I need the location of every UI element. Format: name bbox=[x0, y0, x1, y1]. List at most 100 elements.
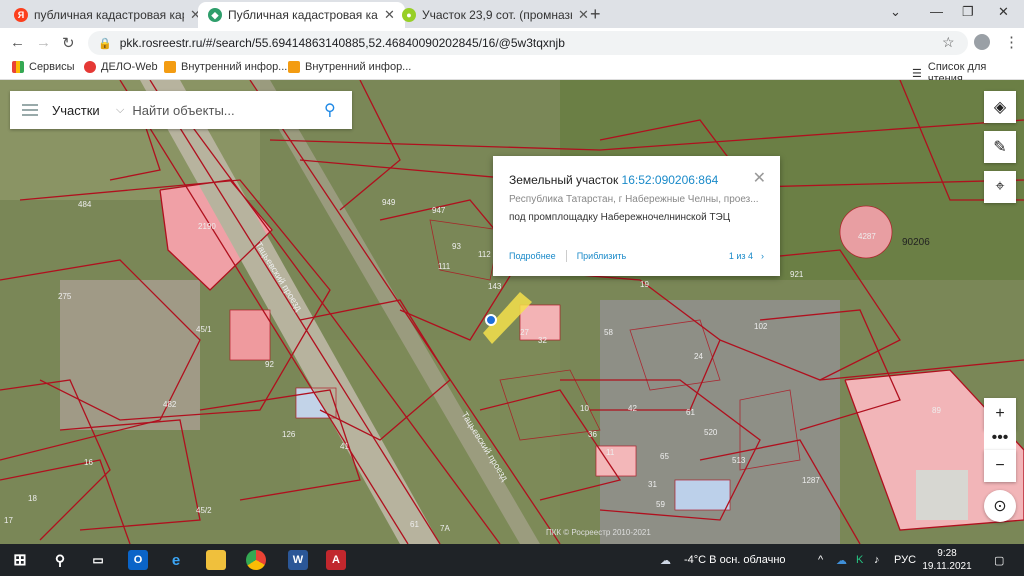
time: 9:28 bbox=[937, 548, 957, 559]
star-icon[interactable]: ☆ bbox=[942, 34, 955, 51]
popup-title: Земельный участок 16:52:090206:864 bbox=[509, 173, 764, 187]
windows-start-icon[interactable]: ⊞ bbox=[10, 550, 30, 570]
bookmark-label: Внутренний инфор... bbox=[181, 61, 288, 73]
map-label: 10 bbox=[580, 404, 589, 413]
cadastral-number[interactable]: 16:52:090206:864 bbox=[622, 173, 719, 187]
map-label: 4287 bbox=[858, 232, 876, 241]
parcel-info-popup: Земельный участок 16:52:090206:864 Респу… bbox=[493, 156, 780, 276]
map-label: 126 bbox=[282, 430, 296, 439]
bookmarks-bar: Сервисы ДЕЛО-Web Внутренний инфор... Вну… bbox=[0, 56, 1024, 85]
map-label: 275 bbox=[58, 292, 72, 301]
menu-icon[interactable]: ⋮ bbox=[1004, 33, 1019, 51]
map-label: 111 bbox=[438, 262, 451, 271]
map-label: 61 bbox=[686, 408, 695, 417]
minimize-icon[interactable]: — bbox=[930, 4, 943, 19]
parcel-address: Республика Татарстан, г Набережные Челны… bbox=[509, 194, 759, 205]
tab-search-icon[interactable]: ⌄ bbox=[890, 4, 901, 20]
map-label: 93 bbox=[452, 242, 461, 251]
chrome-icon[interactable] bbox=[246, 550, 266, 570]
tab-pkk[interactable]: ◆ Публичная кадастровая карта ✕ bbox=[198, 2, 405, 28]
divider bbox=[565, 250, 567, 262]
map-label: 18 bbox=[28, 494, 37, 503]
map-label: 2190 bbox=[198, 222, 216, 231]
search-input[interactable] bbox=[132, 102, 324, 118]
map-label: 92 bbox=[265, 360, 274, 369]
acrobat-icon[interactable]: A bbox=[326, 550, 346, 570]
map-label: 7А bbox=[440, 524, 450, 533]
map-label: 41 bbox=[340, 442, 349, 451]
map-label: 65 bbox=[660, 452, 669, 461]
word-icon[interactable]: W bbox=[288, 550, 308, 570]
bookmark-services[interactable]: Сервисы bbox=[12, 61, 75, 73]
map-label: 947 bbox=[432, 206, 446, 215]
window-close-icon[interactable]: ✕ bbox=[998, 4, 1009, 20]
bookmark-icon bbox=[164, 61, 176, 73]
task-view-icon[interactable]: ▭ bbox=[88, 550, 108, 570]
restore-icon[interactable]: ❐ bbox=[962, 4, 974, 20]
bookmark-delo[interactable]: ДЕЛО-Web bbox=[84, 61, 158, 73]
close-icon[interactable]: ✕ bbox=[753, 168, 766, 188]
zoom-to-link[interactable]: Приблизить bbox=[577, 251, 627, 261]
notifications-icon[interactable]: ▢ bbox=[994, 554, 1004, 567]
outlook-icon[interactable]: O bbox=[128, 550, 148, 570]
cloud-icon[interactable]: ☁ bbox=[836, 554, 847, 567]
bookmark-internal-2[interactable]: Внутренний инфор... bbox=[288, 61, 411, 73]
bookmark-internal-1[interactable]: Внутренний инфор... bbox=[164, 61, 287, 73]
search-icon[interactable]: ⚲ bbox=[324, 100, 352, 120]
map-label: 1287 bbox=[802, 476, 820, 485]
folder-icon[interactable] bbox=[206, 550, 226, 570]
profile-icon[interactable] bbox=[974, 34, 990, 50]
chevron-right-icon[interactable]: › bbox=[761, 251, 764, 261]
hamburger-menu-icon[interactable] bbox=[22, 101, 38, 119]
ruler-icon[interactable]: ✎ bbox=[984, 131, 1016, 163]
edge-icon[interactable]: e bbox=[166, 550, 186, 570]
tab-title: Публичная кадастровая карта bbox=[228, 8, 378, 22]
forward-icon[interactable]: → bbox=[36, 34, 51, 51]
chevron-down-icon[interactable]: ⌵ bbox=[116, 104, 124, 117]
zoom-out-button[interactable]: − bbox=[984, 450, 1016, 482]
search-icon[interactable]: ⚲ bbox=[50, 550, 70, 570]
weather-text[interactable]: -4°C В осн. облачно bbox=[684, 554, 786, 566]
map-label: 19 bbox=[640, 280, 649, 289]
map-label: 32 bbox=[538, 336, 547, 345]
avito-icon: ● bbox=[402, 8, 416, 22]
map-label: 58 bbox=[604, 328, 613, 337]
map-label: 90206 bbox=[902, 237, 930, 248]
more-icon[interactable]: ••• bbox=[984, 426, 1016, 450]
back-icon[interactable]: ← bbox=[10, 34, 25, 51]
map-label: 482 bbox=[163, 400, 177, 409]
compass-icon[interactable]: ⊙ bbox=[984, 490, 1016, 522]
cadastral-map[interactable]: 2190 484 275 45/1 92 482 126 41 16 18 17… bbox=[0, 80, 1024, 544]
map-label: 484 bbox=[78, 200, 92, 209]
kaspersky-icon[interactable]: K bbox=[856, 554, 863, 566]
locate-icon[interactable]: ⌖ bbox=[984, 171, 1016, 203]
yandex-icon: Я bbox=[14, 8, 28, 22]
address-bar[interactable]: 🔒 pkk.rosreestr.ru/#/search/55.694148631… bbox=[88, 31, 968, 55]
bookmark-label: Внутренний инфор... bbox=[305, 61, 412, 73]
more-details-link[interactable]: Подробнее bbox=[509, 251, 556, 261]
volume-icon[interactable]: ♪ bbox=[874, 554, 880, 566]
layers-icon[interactable]: ◈ bbox=[984, 91, 1016, 123]
map-label: 45/1 bbox=[196, 325, 212, 334]
language-indicator[interactable]: РУС bbox=[894, 554, 916, 566]
weather-icon: ☁ bbox=[660, 555, 671, 567]
map-layer bbox=[0, 80, 1024, 544]
map-label: 42 bbox=[628, 404, 637, 413]
map-label: 520 bbox=[704, 428, 718, 437]
map-label: 112 bbox=[478, 250, 491, 259]
close-icon[interactable]: ✕ bbox=[578, 7, 589, 23]
parcel-purpose: под промплощадку Набережночелнинской ТЭЦ bbox=[509, 212, 731, 223]
map-label: 11 bbox=[606, 448, 615, 457]
reload-icon[interactable]: ↻ bbox=[62, 34, 75, 52]
tab-avito[interactable]: ● Участок 23,9 сот. (промназначе ✕ bbox=[392, 2, 599, 28]
tab-yandex[interactable]: Я публичная кадастровая карта — ✕ bbox=[4, 2, 211, 28]
map-label: 36 bbox=[588, 430, 597, 439]
browser-toolbar: ← → ↻ 🔒 pkk.rosreestr.ru/#/search/55.694… bbox=[0, 28, 1024, 56]
map-label: 89 bbox=[932, 406, 941, 415]
search-category-select[interactable]: Участки bbox=[52, 103, 116, 118]
tray-arrow-icon[interactable]: ^ bbox=[818, 554, 823, 566]
map-label: 17 bbox=[4, 516, 13, 525]
new-tab-button[interactable]: + bbox=[590, 4, 601, 25]
system-clock[interactable]: 9:28 19.11.2021 bbox=[922, 547, 972, 573]
result-counter: 1 из 4 bbox=[728, 251, 753, 261]
